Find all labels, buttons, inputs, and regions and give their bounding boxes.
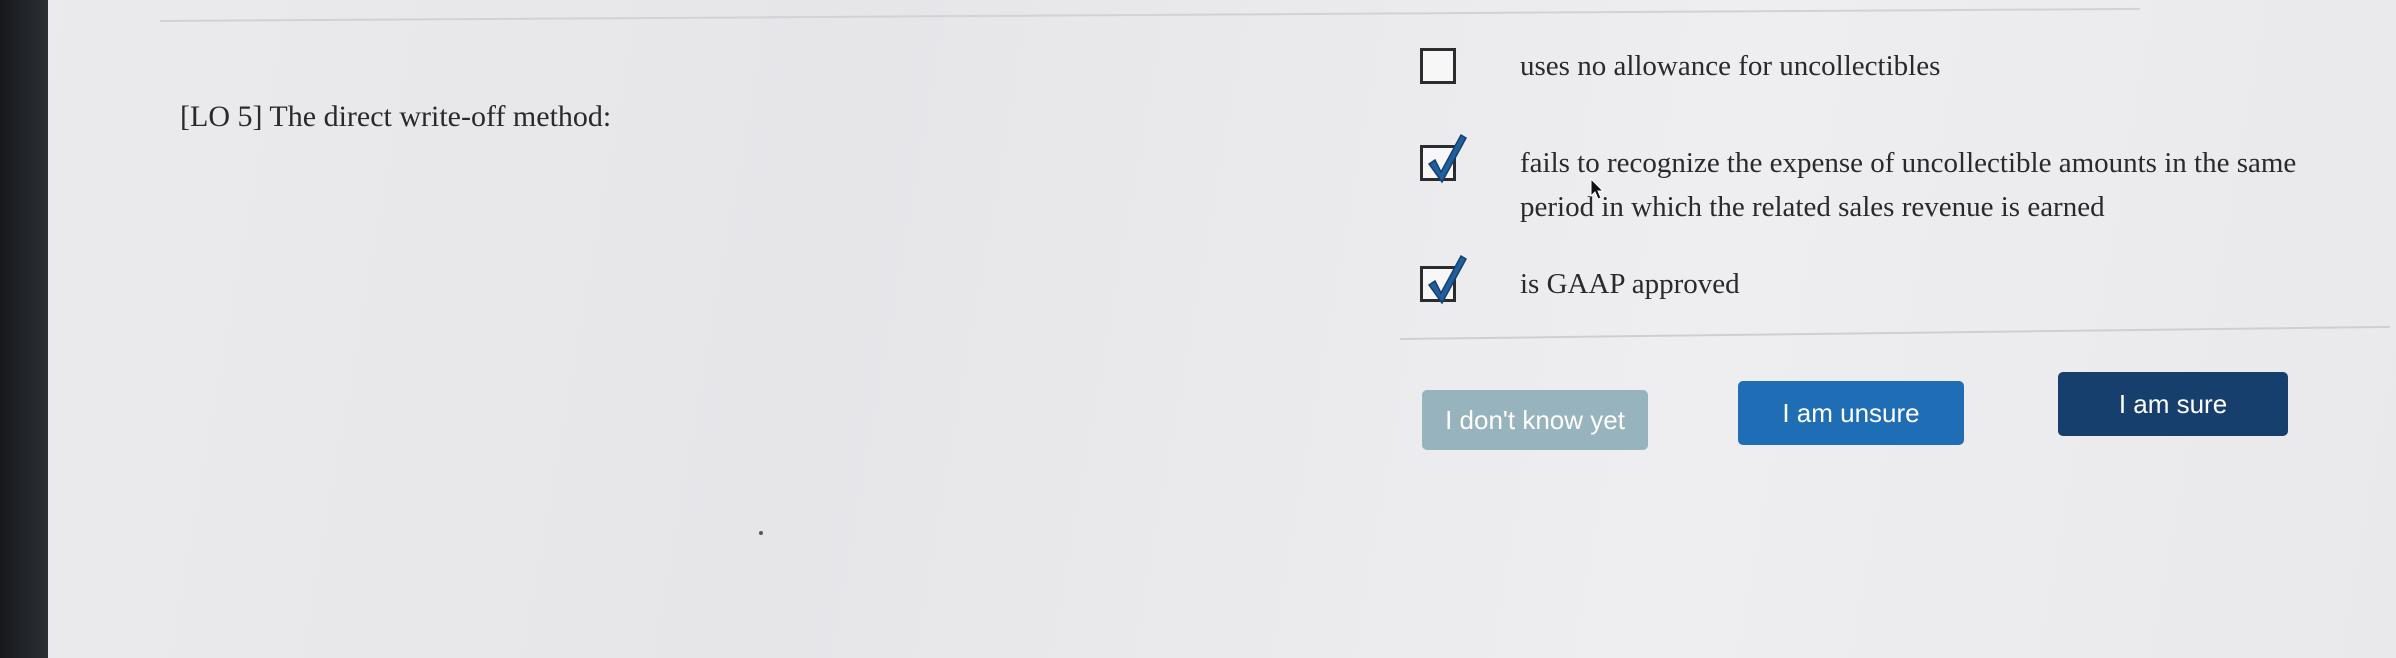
checkmark-icon [1427,133,1468,184]
option-1-label: uses no allowance for uncollectibles [1520,50,1941,82]
screen-speck [759,531,763,535]
answer-divider [1400,325,2390,340]
mouse-pointer-icon [1590,178,1604,200]
question-prompt: [LO 5] The direct write-off method: [180,100,612,133]
screen-bezel [0,0,48,658]
top-divider [160,7,2140,22]
checkmark-icon [1427,254,1468,305]
i-am-sure-button[interactable]: I am sure [2058,372,2288,436]
option-2-checkbox[interactable] [1420,133,1468,184]
dont-know-yet-button[interactable]: I don't know yet [1422,390,1648,450]
option-1-checkbox[interactable] [1420,48,1456,84]
option-3-label: is GAAP approved [1520,268,1740,300]
option-3-checkbox[interactable] [1420,254,1468,305]
option-2-label: fails to recognize the expense of uncoll… [1520,147,2297,223]
i-am-unsure-button[interactable]: I am unsure [1738,381,1964,445]
